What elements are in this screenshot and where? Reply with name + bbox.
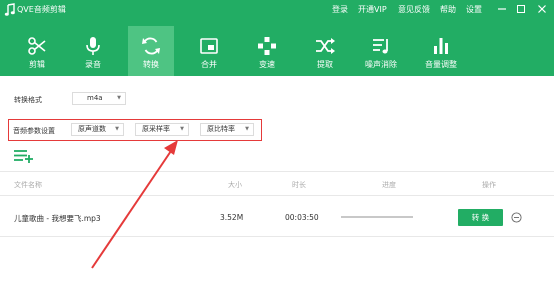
close-icon[interactable] xyxy=(535,2,549,16)
file-duration: 00:03:50 xyxy=(285,213,319,222)
column-header-duration: 时长 xyxy=(292,181,306,189)
progress-bar xyxy=(341,216,413,218)
title-bar: QVE音频剪辑 登录 开通VIP 意见反馈 帮助 设置 xyxy=(0,0,554,20)
help-link[interactable]: 帮助 xyxy=(440,4,456,15)
chevron-down-icon: ▼ xyxy=(117,95,121,101)
tool-label: 剪辑 xyxy=(29,60,45,69)
merge-icon xyxy=(200,38,218,54)
column-header-name: 文件名称 xyxy=(14,181,42,189)
chevron-down-icon: ▼ xyxy=(115,126,119,132)
remove-icon[interactable] xyxy=(511,212,522,223)
vip-link[interactable]: 开通VIP xyxy=(358,4,387,15)
settings-link[interactable]: 设置 xyxy=(466,4,482,15)
tool-noise-reduction[interactable]: 噪声消除 xyxy=(358,28,404,76)
feedback-link[interactable]: 意见反馈 xyxy=(398,4,430,15)
tool-label: 音量调整 xyxy=(425,60,457,69)
tool-merge[interactable]: 合并 xyxy=(186,28,232,76)
tool-label: 转换 xyxy=(143,60,159,69)
login-link[interactable]: 登录 xyxy=(332,4,348,15)
noise-reduction-icon xyxy=(373,39,388,54)
convert-button[interactable]: 转 换 xyxy=(458,209,503,226)
maximize-icon[interactable] xyxy=(514,2,528,16)
bitrate-value: 原比特率 xyxy=(207,125,235,133)
divider xyxy=(0,236,554,237)
audio-params-label: 音频参数设置 xyxy=(13,127,55,135)
channels-select[interactable]: 原声道数 ▼ xyxy=(71,123,124,136)
format-value: m4a xyxy=(87,94,103,102)
microphone-icon xyxy=(86,37,100,55)
channels-value: 原声道数 xyxy=(78,125,106,133)
column-header-progress: 进度 xyxy=(382,181,396,189)
file-size: 3.52M xyxy=(220,213,244,222)
tool-extract[interactable]: 提取 xyxy=(302,28,348,76)
tool-convert[interactable]: 转换 xyxy=(128,26,174,76)
tool-volume[interactable]: 音量调整 xyxy=(418,28,464,76)
sample-rate-value: 原采样率 xyxy=(142,125,170,133)
tool-label: 变速 xyxy=(259,60,275,69)
speed-icon xyxy=(258,37,276,55)
tool-label: 提取 xyxy=(317,60,333,69)
minimize-icon[interactable] xyxy=(495,2,509,16)
music-note-icon xyxy=(4,3,15,16)
tool-label: 噪声消除 xyxy=(365,60,397,69)
sample-rate-select[interactable]: 原采样率 ▼ xyxy=(135,123,189,136)
tool-record[interactable]: 录音 xyxy=(70,28,116,76)
volume-icon xyxy=(434,38,448,54)
divider xyxy=(0,171,554,172)
app-header: QVE音频剪辑 登录 开通VIP 意见反馈 帮助 设置 剪辑 录音 转换 合并 … xyxy=(0,0,554,76)
divider xyxy=(0,195,554,196)
file-name: 儿童歌曲 - 我想要飞.mp3 xyxy=(14,214,101,223)
format-select[interactable]: m4a ▼ xyxy=(72,92,126,105)
chevron-down-icon: ▼ xyxy=(245,126,249,132)
column-header-size: 大小 xyxy=(228,181,242,189)
scissors-icon xyxy=(28,37,46,55)
chevron-down-icon: ▼ xyxy=(180,126,184,132)
bitrate-select[interactable]: 原比特率 ▼ xyxy=(200,123,254,136)
tool-cut[interactable]: 剪辑 xyxy=(14,28,60,76)
tool-speed[interactable]: 变速 xyxy=(244,28,290,76)
format-label: 转换格式 xyxy=(14,96,42,104)
add-files-icon[interactable] xyxy=(14,149,34,163)
app-title: QVE音频剪辑 xyxy=(17,5,66,14)
extract-icon xyxy=(316,38,335,54)
tool-label: 录音 xyxy=(85,60,101,69)
column-header-action: 操作 xyxy=(482,181,496,189)
tool-label: 合并 xyxy=(201,60,217,69)
convert-icon xyxy=(142,37,160,55)
